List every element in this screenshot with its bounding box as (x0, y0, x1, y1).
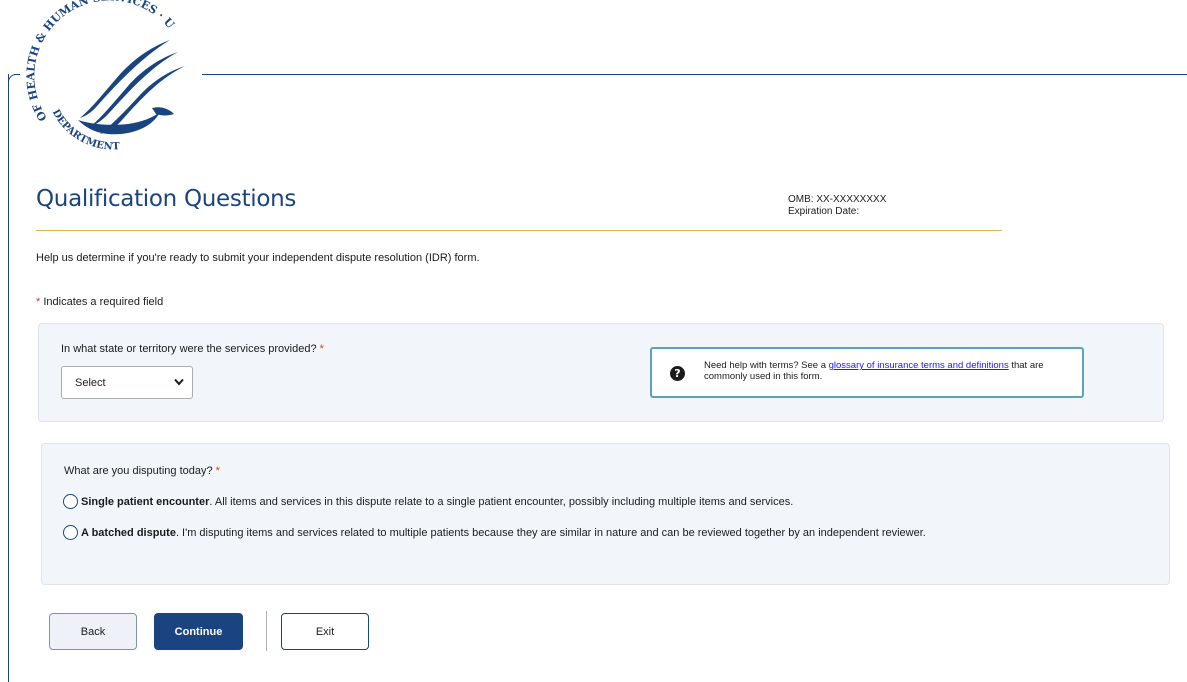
option-title: A batched dispute (81, 526, 176, 539)
state-question-label: In what state or territory were the serv… (61, 343, 324, 355)
dispute-question-text: What are you disputing today? (64, 465, 213, 477)
option-description: . I'm disputing items and services relat… (175, 526, 926, 539)
hhs-seal-icon: OF HEALTH & HUMAN SERVICES · USA DEPARTM… (15, 0, 185, 153)
intro-text: Help us determine if you're ready to sub… (36, 252, 480, 264)
required-star: * (319, 343, 324, 355)
back-button[interactable]: Back (49, 613, 137, 650)
required-field-note: * Indicates a required field (36, 296, 163, 308)
exit-button[interactable]: Exit (281, 613, 369, 650)
help-text: Need help with terms? See a glossary of … (704, 360, 1064, 382)
help-text-before: Need help with terms? See a (704, 360, 829, 371)
radio-option-batched-dispute[interactable]: A batched dispute. I'm disputing items a… (63, 525, 926, 540)
page-title: Qualification Questions (36, 186, 297, 212)
button-divider (266, 611, 267, 651)
required-star: * (215, 465, 220, 477)
radio-button[interactable] (63, 494, 78, 509)
frame-left-line (8, 74, 9, 682)
state-select-value: Select (75, 377, 106, 389)
required-star: * (36, 296, 41, 308)
hhs-logo: OF HEALTH & HUMAN SERVICES · USA DEPARTM… (15, 0, 202, 160)
glossary-help-box: ? Need help with terms? See a glossary o… (650, 347, 1084, 398)
required-note-text: Indicates a required field (43, 296, 164, 308)
state-question-text: In what state or territory were the serv… (61, 343, 317, 355)
option-title: Single patient encounter (81, 495, 210, 508)
question-circle-icon: ? (670, 366, 685, 381)
state-select[interactable]: Select (61, 366, 193, 399)
radio-button[interactable] (63, 525, 78, 540)
omb-number: OMB: XX-XXXXXXXX (788, 194, 887, 205)
eagle-emblem (78, 40, 185, 135)
glossary-link[interactable]: glossary of insurance terms and definiti… (829, 360, 1009, 371)
omb-info: OMB: XX-XXXXXXXX Expiration Date: (788, 194, 886, 218)
continue-button[interactable]: Continue (154, 613, 243, 650)
expiration-date: Expiration Date: (788, 206, 860, 217)
radio-option-single-patient[interactable]: Single patient encounter. All items and … (63, 494, 793, 509)
option-description: . All items and services in this dispute… (209, 495, 794, 508)
frame-corner (8, 74, 19, 85)
chevron-down-icon (174, 378, 184, 386)
title-divider (36, 230, 1002, 231)
dispute-question-label: What are you disputing today? * (64, 465, 220, 477)
seal-text: OF HEALTH & HUMAN SERVICES · USA (20, 0, 177, 123)
